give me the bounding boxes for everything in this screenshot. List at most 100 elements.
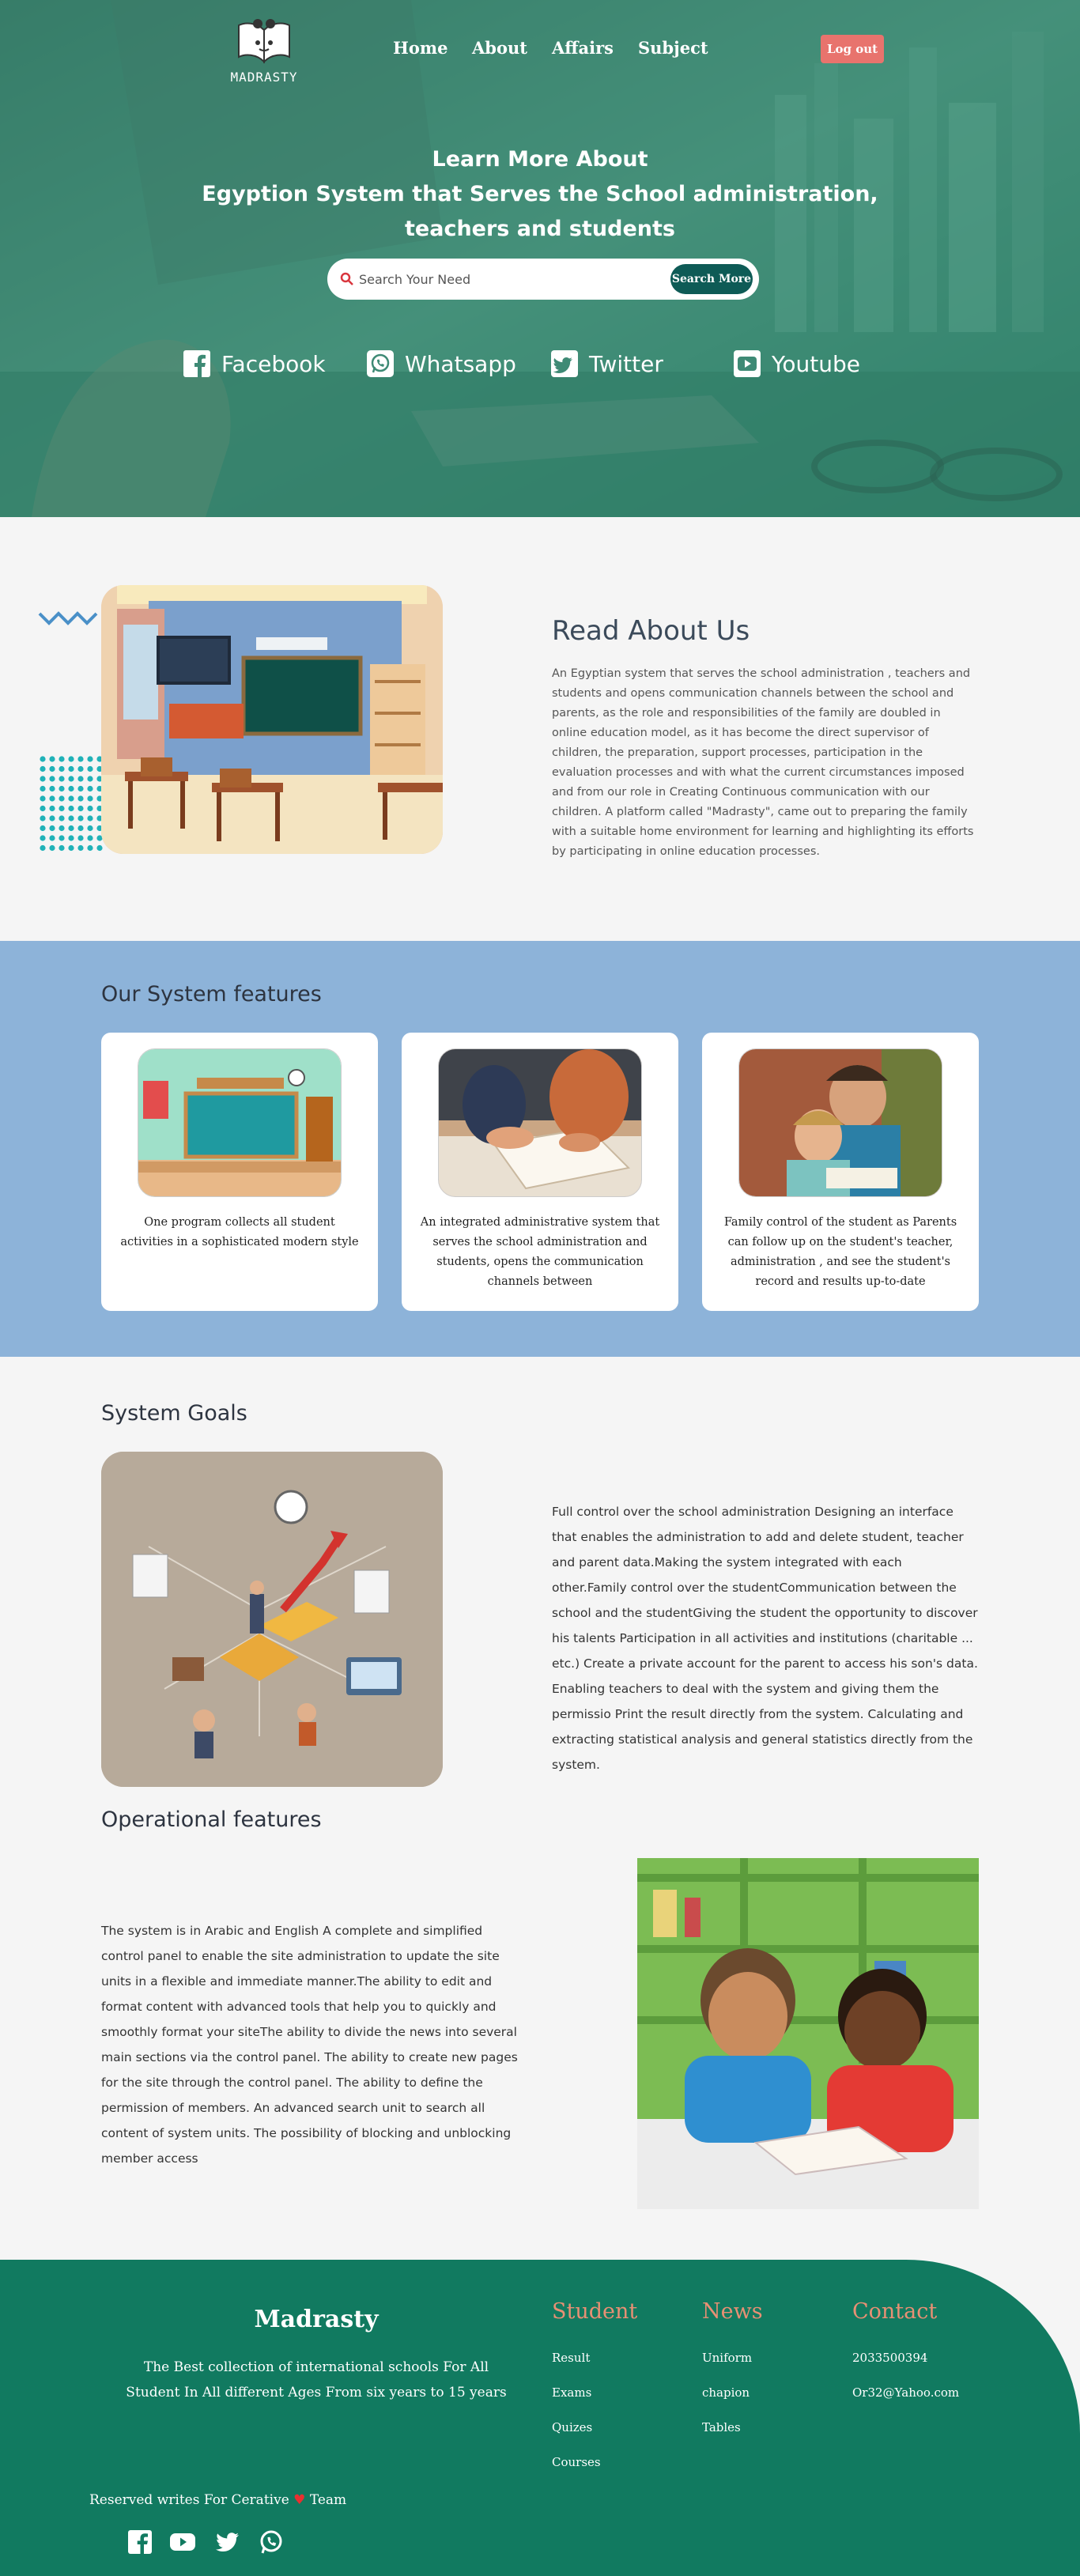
search-more-button[interactable]: Search More: [670, 264, 753, 294]
decoration-dot: [59, 785, 65, 792]
decoration-dot: [40, 815, 46, 822]
decoration-dot: [40, 835, 46, 841]
footer-contact-title: Contact: [852, 2299, 938, 2324]
youtube-icon: [170, 2533, 195, 2551]
twitter-label: Twitter: [589, 350, 663, 377]
facebook-icon: [183, 350, 210, 377]
decoration-dot: [40, 825, 46, 832]
dots-decoration: [40, 756, 103, 852]
decoration-dot: [49, 815, 55, 822]
whatsapp-icon: [367, 350, 394, 377]
heart-icon: ♥: [293, 2492, 306, 2508]
decoration-dot: [40, 844, 46, 852]
search-icon: [340, 272, 353, 285]
decoration-dot: [59, 776, 65, 782]
decoration-dot: [87, 844, 93, 852]
footer-link-chapion[interactable]: chapion: [702, 2385, 750, 2400]
decoration-dot: [49, 805, 55, 812]
hero-title: Learn More About Egyption System that Se…: [0, 142, 1080, 247]
nav-subject-link[interactable]: Subject: [638, 38, 708, 58]
feature-card: One program collects all student activit…: [101, 1033, 378, 1311]
zigzag-decoration: [38, 611, 98, 625]
decoration-dot: [87, 795, 93, 802]
footer-whatsapp-link[interactable]: [258, 2529, 285, 2555]
footer-twitter-link[interactable]: [213, 2529, 240, 2555]
youtube-label: Youtube: [772, 350, 860, 377]
nav-about-link[interactable]: About: [472, 38, 527, 58]
decoration-dot: [40, 795, 46, 802]
hero-title-line2: Egyption System that Serves the School a…: [202, 182, 878, 206]
decoration-dot: [68, 835, 74, 841]
nav-affairs-link[interactable]: Affairs: [552, 38, 614, 58]
classroom-illustration: [101, 585, 443, 854]
footer-link-result[interactable]: Result: [552, 2351, 590, 2365]
decoration-dot: [77, 765, 84, 772]
decoration-dot: [59, 795, 65, 802]
footer-link-courses[interactable]: Courses: [552, 2455, 601, 2469]
feature-card: An integrated administrative system that…: [402, 1033, 678, 1311]
decoration-dot: [87, 765, 93, 772]
decoration-dot: [77, 785, 84, 792]
features-section: Our System features One program collects…: [0, 941, 1080, 1357]
decoration-dot: [77, 815, 84, 822]
search-input[interactable]: [359, 266, 659, 292]
decoration-dot: [68, 776, 74, 782]
footer-reserved-text: Reserved writes For Cerative ♥ Team: [89, 2492, 346, 2508]
footer-link-tables[interactable]: Tables: [702, 2420, 741, 2434]
footer-link-exams[interactable]: Exams: [552, 2385, 591, 2400]
feature-text: Family control of the student as Parents…: [723, 1216, 957, 1288]
footer-link-uniform[interactable]: Uniform: [702, 2351, 752, 2365]
twitter-icon: [215, 2533, 239, 2551]
decoration-dot: [77, 844, 84, 852]
nav-home-link[interactable]: Home: [393, 38, 447, 58]
facebook-icon: [128, 2530, 152, 2554]
footer-facebook-link[interactable]: [127, 2529, 153, 2555]
footer-brand: Madrasty: [254, 2306, 379, 2333]
decoration-dot: [77, 756, 84, 762]
decoration-dot: [77, 776, 84, 782]
decoration-dot: [87, 785, 93, 792]
decoration-dot: [87, 815, 93, 822]
footer-contact-phone[interactable]: 2033500394: [852, 2351, 927, 2365]
footer: Madrasty The Best collection of internat…: [0, 2260, 1080, 2576]
hero-twitter-link[interactable]: Twitter: [551, 348, 663, 380]
hero-youtube-link[interactable]: Youtube: [734, 348, 860, 380]
decoration-dot: [49, 835, 55, 841]
footer-link-quizes[interactable]: Quizes: [552, 2420, 592, 2434]
hero-facebook-link[interactable]: Facebook: [183, 348, 326, 380]
decoration-dot: [87, 835, 93, 841]
about-text: An Egyptian system that serves the schoo…: [552, 667, 974, 858]
decoration-dot: [87, 805, 93, 812]
operational-title: Operational features: [101, 1807, 322, 1832]
footer-description: The Best collection of international sch…: [126, 2359, 507, 2400]
decoration-dot: [49, 776, 55, 782]
decoration-dot: [59, 765, 65, 772]
decoration-dot: [49, 785, 55, 792]
footer-contact-email[interactable]: Or32@Yahoo.com: [852, 2385, 959, 2400]
decoration-dot: [49, 765, 55, 772]
decoration-dot: [49, 795, 55, 802]
decoration-dot: [68, 795, 74, 802]
feature-text: One program collects all student activit…: [120, 1216, 359, 1248]
logout-button[interactable]: Log out: [821, 35, 884, 63]
kids-reading-photo: [637, 1858, 979, 2209]
goals-title: System Goals: [101, 1401, 247, 1426]
decoration-dot: [40, 805, 46, 812]
study-hands-image: [438, 1048, 642, 1197]
decoration-dot: [77, 835, 84, 841]
decoration-dot: [87, 756, 93, 762]
facebook-label: Facebook: [221, 350, 326, 377]
footer-news-title: News: [702, 2299, 763, 2324]
logo[interactable]: MADRASTY: [225, 16, 304, 85]
decoration-dot: [59, 825, 65, 832]
hero-whatsapp-link[interactable]: Whatsapp: [367, 348, 516, 380]
footer-student-title: Student: [552, 2299, 638, 2324]
decoration-dot: [40, 756, 46, 762]
decoration-dot: [96, 844, 103, 852]
operational-section: Operational features The system is in Ar…: [0, 1790, 1080, 2260]
decoration-dot: [77, 795, 84, 802]
reserved-text-after: Team: [309, 2492, 347, 2508]
classroom-board-image: [138, 1048, 342, 1197]
footer-youtube-link[interactable]: [169, 2529, 196, 2555]
decoration-dot: [68, 844, 74, 852]
